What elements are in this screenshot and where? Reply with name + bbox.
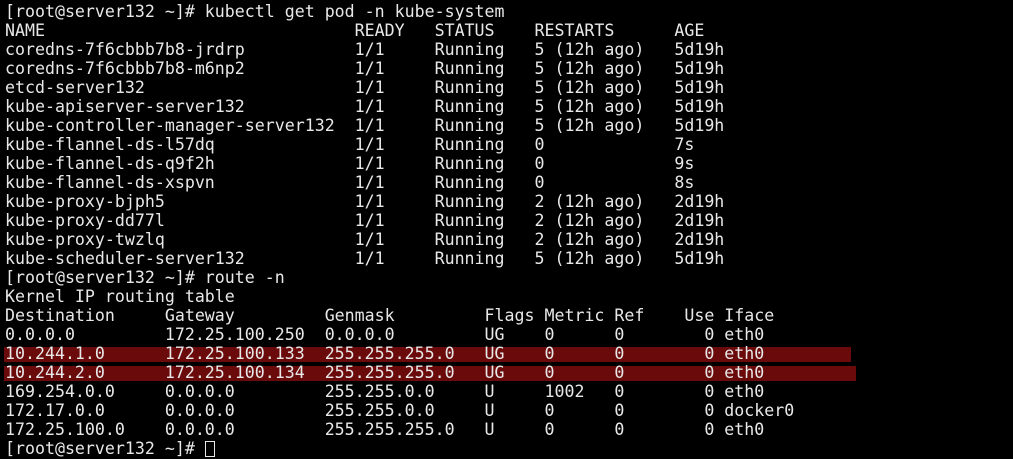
route-row: 169.254.0.0 0.0.0.0 255.255.0.0 U 1002 0… (5, 382, 765, 401)
pod-table-header: NAME READY STATUS RESTARTS AGE (5, 21, 705, 40)
route-row-highlighted: 10.244.2.0 172.25.100.134 255.255.255.0 … (5, 363, 765, 382)
pod-row: kube-proxy-bjph5 1/1 Running 2 (12h ago)… (5, 192, 725, 211)
pod-row: etcd-server132 1/1 Running 5 (12h ago) 5… (5, 78, 725, 97)
command-kubectl: [root@server132 ~]# kubectl get pod -n k… (5, 2, 505, 21)
scrollbar[interactable] (1009, 0, 1013, 459)
pod-row: coredns-7f6cbbb7b8-jrdrp 1/1 Running 5 (… (5, 40, 725, 59)
prompt-line[interactable]: [root@server132 ~]# (5, 439, 215, 458)
pod-row: kube-flannel-ds-l57dq 1/1 Running 0 7s (5, 135, 695, 154)
text-cursor (204, 441, 215, 457)
command-route: [root@server132 ~]# route -n (5, 268, 285, 287)
pod-row: kube-flannel-ds-q9f2h 1/1 Running 0 9s (5, 154, 695, 173)
route-row: 172.17.0.0 0.0.0.0 255.255.0.0 U 0 0 0 d… (5, 401, 795, 420)
pod-row: coredns-7f6cbbb7b8-m6np2 1/1 Running 5 (… (5, 59, 725, 78)
pod-row: kube-scheduler-server132 1/1 Running 5 (… (5, 249, 725, 268)
routing-table-title: Kernel IP routing table (5, 287, 235, 306)
pod-row: kube-proxy-twzlq 1/1 Running 2 (12h ago)… (5, 230, 725, 249)
route-row: 0.0.0.0 172.25.100.250 0.0.0.0 UG 0 0 0 … (5, 325, 765, 344)
route-row-highlighted: 10.244.1.0 172.25.100.133 255.255.255.0 … (5, 344, 765, 363)
prompt-text: [root@server132 ~]# (5, 439, 205, 458)
route-row: 172.25.100.0 0.0.0.0 255.255.255.0 U 0 0… (5, 420, 765, 439)
pod-row: kube-flannel-ds-xspvn 1/1 Running 0 8s (5, 173, 695, 192)
routing-table-header: Destination Gateway Genmask Flags Metric… (5, 306, 775, 325)
pod-row: kube-controller-manager-server132 1/1 Ru… (5, 116, 725, 135)
pod-row: kube-proxy-dd77l 1/1 Running 2 (12h ago)… (5, 211, 725, 230)
terminal-window[interactable]: [root@server132 ~]# kubectl get pod -n k… (0, 0, 1013, 459)
pod-row: kube-apiserver-server132 1/1 Running 5 (… (5, 97, 725, 116)
